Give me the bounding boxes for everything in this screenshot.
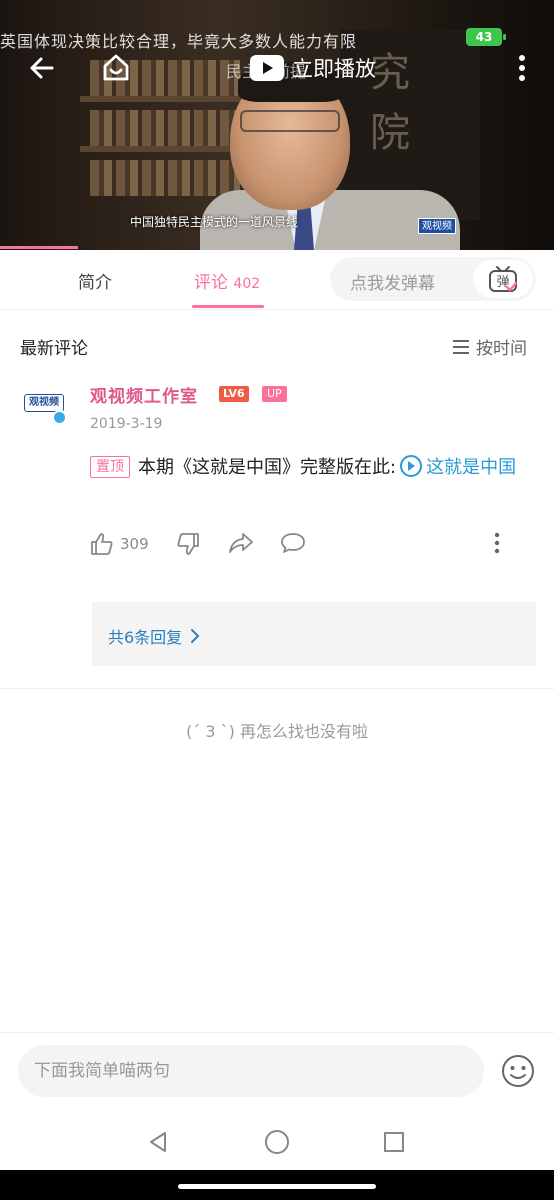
no-more-comments-text: (ˊ 3 ˋ) 再怎么找也没有啦 xyxy=(186,722,368,741)
comment-more-button[interactable] xyxy=(494,532,500,554)
tab-comments[interactable]: 评论 402 xyxy=(194,268,260,293)
play-now-button[interactable]: 立即播放 xyxy=(250,52,376,84)
nav-recents-button[interactable] xyxy=(378,1126,410,1158)
video-player[interactable]: 究 院 英国体现决策比较合理，毕竟大多数人能力有限 民主的前提 中国独特民主模式… xyxy=(0,0,554,250)
comment-count: 402 xyxy=(233,276,261,292)
circle-home-icon xyxy=(265,1130,289,1154)
system-nav-bar xyxy=(0,1114,554,1170)
pinned-badge: 置顶 xyxy=(90,456,130,478)
bookshelf xyxy=(90,160,240,196)
play-icon xyxy=(250,55,284,81)
content-tabs: 简介 评论 402 点我发弹幕 弹 xyxy=(0,250,554,310)
dislike-button[interactable] xyxy=(176,532,200,556)
divider xyxy=(0,688,554,689)
verified-badge-icon xyxy=(52,410,67,425)
chevron-right-icon xyxy=(191,629,200,643)
replies-link: 共6条回复 xyxy=(108,624,200,648)
danmaku-placeholder: 点我发弹幕 xyxy=(350,274,435,294)
video-link-icon xyxy=(400,455,423,477)
more-vertical-icon xyxy=(494,532,500,554)
video-link[interactable]: 这就是中国 xyxy=(426,457,516,478)
thumbs-up-icon xyxy=(91,533,113,555)
triangle-back-icon xyxy=(150,1132,166,1152)
list-icon xyxy=(453,339,469,354)
danmaku-input-button[interactable]: 点我发弹幕 弹 xyxy=(330,257,536,301)
more-options-button[interactable] xyxy=(502,48,542,88)
reply-button[interactable] xyxy=(280,532,306,554)
replies-label: 共6条回复 xyxy=(108,628,183,647)
video-progress-bar[interactable] xyxy=(0,246,78,249)
active-tab-indicator xyxy=(192,305,264,308)
like-button[interactable]: 309 xyxy=(90,532,149,556)
tab-comments-label: 评论 xyxy=(194,273,228,293)
level-badge: LV6 xyxy=(219,386,249,402)
bookshelf xyxy=(80,146,250,152)
nav-back-button[interactable] xyxy=(142,1126,174,1158)
comment-actions: 309 xyxy=(90,532,520,560)
comment-input-bar xyxy=(0,1032,554,1114)
bookshelf xyxy=(90,110,240,146)
like-count: 309 xyxy=(120,535,149,553)
square-recents-icon xyxy=(384,1132,404,1152)
smiley-icon xyxy=(502,1055,534,1087)
back-button[interactable] xyxy=(22,48,62,88)
home-tv-icon xyxy=(103,54,129,81)
sort-label: 按时间 xyxy=(476,339,527,359)
bookshelf xyxy=(80,96,250,102)
speaker-glasses xyxy=(240,110,340,132)
home-button[interactable] xyxy=(96,48,136,88)
danmaku-toggle[interactable]: 弹 xyxy=(473,260,533,298)
channel-watermark: 观视频 xyxy=(418,218,456,234)
sort-by-time-button[interactable]: 按时间 xyxy=(452,334,527,359)
comment-username[interactable]: 观视频工作室 xyxy=(90,382,198,407)
comment-input[interactable] xyxy=(18,1045,484,1097)
danmaku-tv-icon: 弹 xyxy=(489,266,518,292)
view-replies-button[interactable]: 共6条回复 xyxy=(92,602,536,666)
chat-bubble-icon xyxy=(281,533,305,553)
battery-indicator: 43 xyxy=(466,28,506,46)
video-subtitle: 中国独特民主模式的一道风景线 xyxy=(130,215,299,229)
latest-comments-title: 最新评论 xyxy=(20,339,88,359)
player-top-bar: 立即播放 xyxy=(0,48,554,88)
thumbs-down-icon xyxy=(177,533,199,555)
tab-intro[interactable]: 简介 xyxy=(78,268,112,293)
home-indicator xyxy=(0,1170,554,1200)
home-gesture-bar[interactable] xyxy=(178,1184,376,1189)
arrow-left-icon xyxy=(30,57,54,79)
up-badge: UP xyxy=(262,386,287,402)
emoji-button[interactable] xyxy=(500,1053,536,1089)
share-button[interactable] xyxy=(228,532,254,554)
comment-text: 本期《这就是中国》完整版在此: xyxy=(138,457,397,478)
share-icon xyxy=(229,533,253,553)
comment-content: 置顶 本期《这就是中国》完整版在此: 这就是中国 xyxy=(90,452,535,484)
play-now-label: 立即播放 xyxy=(292,57,376,81)
more-vertical-icon xyxy=(519,55,525,81)
comment-date: 2019-3-19 xyxy=(90,416,163,432)
nav-home-button[interactable] xyxy=(261,1126,293,1158)
